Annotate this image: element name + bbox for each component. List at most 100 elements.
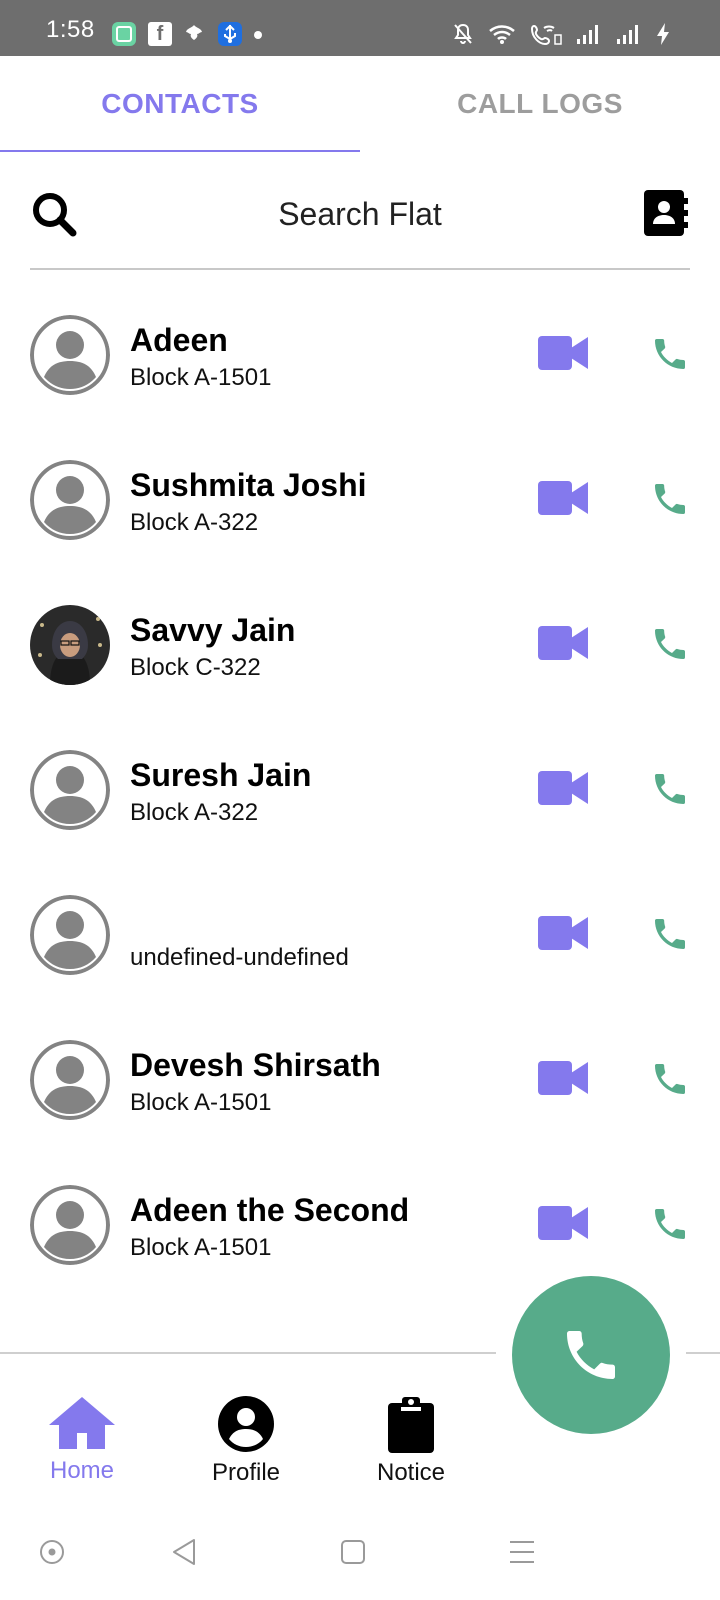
avatar (30, 1185, 110, 1265)
avatar (30, 605, 110, 685)
voice-call-button[interactable] (650, 624, 690, 664)
phone-icon (567, 1331, 615, 1379)
contact-row[interactable]: undefined-undefined (30, 862, 690, 1007)
tab-contacts[interactable]: CONTACTS (0, 56, 360, 152)
usb-icon (218, 22, 242, 46)
contact-row[interactable]: Savvy Jain Block C-322 (30, 572, 690, 717)
video-call-icon (538, 626, 588, 660)
contact-name: Suresh Jain (130, 757, 312, 793)
contact-name: Adeen the Second (130, 1192, 410, 1228)
tab-bar: CONTACTS CALL LOGS (0, 56, 720, 152)
video-call-icon (538, 771, 588, 805)
clipboard-icon (388, 1397, 434, 1453)
video-call-icon (538, 1206, 588, 1240)
video-call-button[interactable] (538, 480, 588, 516)
signal-icon (577, 25, 598, 44)
phone-icon (655, 774, 685, 804)
video-call-icon (538, 916, 588, 950)
app-notification-icon (112, 22, 136, 46)
charging-icon (657, 23, 669, 45)
avatar (30, 1040, 110, 1120)
voice-call-button[interactable] (650, 334, 690, 374)
profile-icon (218, 1396, 274, 1452)
avatar (30, 315, 110, 395)
contact-row[interactable]: Devesh Shirsath Block A-1501 (30, 1007, 690, 1152)
dot-icon (254, 31, 262, 39)
tab-call-logs[interactable]: CALL LOGS (360, 56, 720, 152)
dial-fab-button[interactable] (512, 1276, 670, 1434)
voice-call-button[interactable] (650, 1059, 690, 1099)
contact-name: Devesh Shirsath (130, 1047, 381, 1083)
mute-icon (454, 23, 472, 45)
search-icon[interactable] (30, 190, 78, 238)
phone-icon (655, 919, 685, 949)
voice-call-button[interactable] (650, 769, 690, 809)
back-icon[interactable] (164, 1532, 204, 1572)
video-call-button[interactable] (538, 770, 588, 806)
search-input[interactable] (100, 184, 620, 244)
default-avatar-icon (30, 460, 110, 540)
status-bar: 1:58 f (0, 0, 720, 56)
contact-name: Savvy Jain (130, 612, 296, 648)
contact-flat: Block A-322 (130, 509, 259, 536)
avatar (30, 750, 110, 830)
system-nav-bar (0, 1510, 720, 1600)
wifi-icon (489, 25, 515, 44)
video-call-button[interactable] (538, 625, 588, 661)
contact-flat: Block A-1501 (130, 1234, 272, 1261)
search-bar (30, 170, 690, 270)
leaf-icon (182, 22, 206, 46)
nav-notice[interactable]: Notice (341, 1395, 481, 1495)
default-avatar-icon (30, 895, 110, 975)
avatar (30, 895, 110, 975)
contact-flat: Block A-1501 (130, 1089, 272, 1116)
voice-call-button[interactable] (650, 1204, 690, 1244)
active-tab-indicator (0, 150, 360, 152)
default-avatar-icon (30, 1040, 110, 1120)
status-icons-right (452, 22, 670, 46)
home-square-icon[interactable] (333, 1532, 373, 1572)
contact-flat: Block A-1501 (130, 364, 272, 391)
default-avatar-icon (30, 750, 110, 830)
default-avatar-icon (30, 315, 110, 395)
contact-flat: Block C-322 (130, 654, 261, 681)
phone-icon (655, 484, 685, 514)
video-call-button[interactable] (538, 1205, 588, 1241)
nav-profile[interactable]: Profile (176, 1395, 316, 1495)
contact-flat: undefined-undefined (130, 944, 349, 971)
assistant-icon[interactable] (32, 1532, 72, 1572)
bottom-divider (686, 1352, 720, 1354)
video-call-icon (538, 481, 588, 515)
voice-call-button[interactable] (650, 479, 690, 519)
phone-icon (655, 629, 685, 659)
photo-avatar-icon (30, 605, 110, 685)
nav-home-label: Home (49, 1457, 115, 1484)
contact-name: Adeen (130, 322, 228, 358)
video-call-button[interactable] (538, 1060, 588, 1096)
phone-icon (655, 1064, 685, 1094)
phone-icon (655, 1209, 685, 1239)
contact-list: Adeen Block A-1501 Sushmita Joshi Block A-3… (30, 282, 690, 1297)
contact-row[interactable]: Adeen Block A-1501 (30, 282, 690, 427)
video-call-button[interactable] (538, 335, 588, 371)
contact-name: Sushmita Joshi (130, 467, 367, 503)
nav-home[interactable]: Home (12, 1395, 152, 1495)
voice-call-button[interactable] (650, 914, 690, 954)
facebook-icon: f (148, 22, 172, 46)
default-avatar-icon (30, 1185, 110, 1265)
video-call-icon (538, 336, 588, 370)
home-icon (49, 1397, 115, 1449)
contact-flat: Block A-322 (130, 799, 259, 826)
status-time: 1:58 (46, 16, 95, 43)
video-call-button[interactable] (538, 915, 588, 951)
contact-row[interactable]: Sushmita Joshi Block A-322 (30, 427, 690, 572)
video-call-icon (538, 1061, 588, 1095)
contact-book-icon[interactable] (642, 188, 690, 238)
signal-icon (617, 25, 638, 44)
nav-notice-label: Notice (376, 1459, 446, 1486)
bottom-divider (0, 1352, 496, 1354)
contact-row[interactable]: Suresh Jain Block A-322 (30, 717, 690, 862)
nav-profile-label: Profile (211, 1459, 281, 1486)
phone-icon (655, 339, 685, 369)
menu-icon[interactable] (502, 1532, 542, 1572)
